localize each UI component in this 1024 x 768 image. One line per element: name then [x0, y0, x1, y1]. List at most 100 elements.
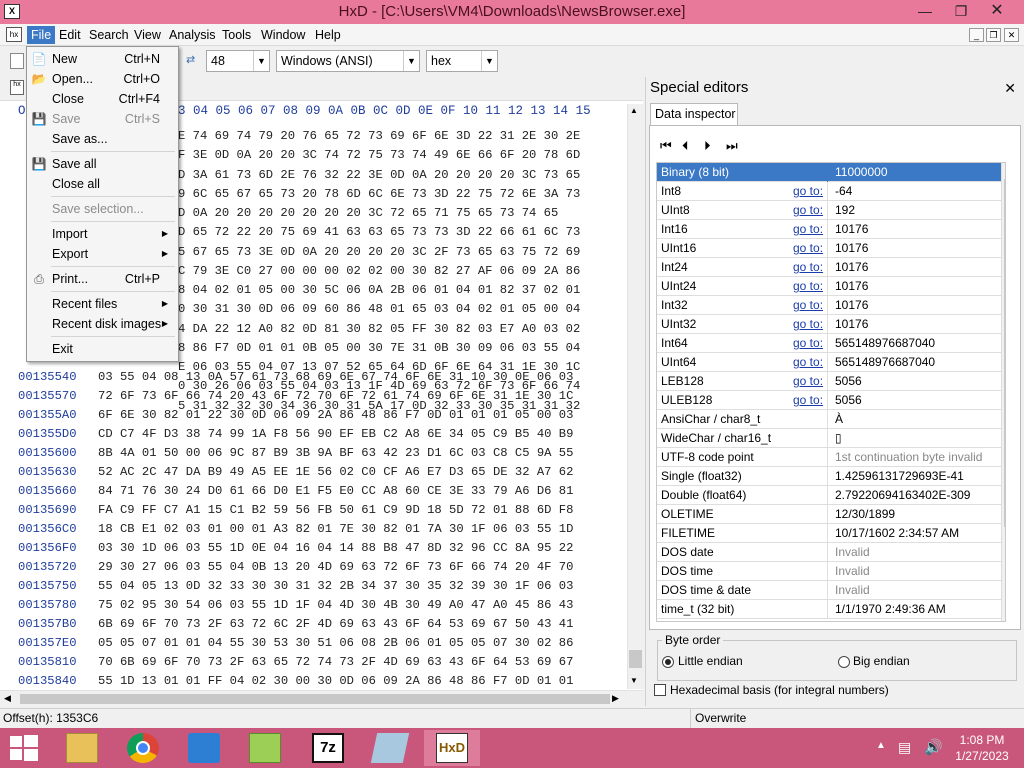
- scroll-thumb[interactable]: [629, 650, 642, 668]
- scroll-down-icon[interactable]: ▼: [1005, 609, 1006, 618]
- menu-item-save[interactable]: 💾 Save Ctrl+S: [27, 109, 178, 129]
- menu-edit[interactable]: Edit: [55, 26, 85, 44]
- next-icon[interactable]: ⏵: [704, 138, 711, 154]
- scroll-thumb[interactable]: [1004, 179, 1005, 527]
- document-icon[interactable]: hx: [6, 27, 22, 42]
- inspector-row[interactable]: UInt16 go to: 10176: [657, 239, 1005, 258]
- little-endian-radio[interactable]: [662, 656, 674, 668]
- inspector-row[interactable]: LEB128 go to: 5056: [657, 372, 1005, 391]
- inspector-value[interactable]: 5056: [833, 372, 862, 390]
- inspector-row[interactable]: Int8 go to: -64: [657, 182, 1005, 201]
- clock-time[interactable]: 1:08 PM: [952, 733, 1012, 747]
- taskbar-file-explorer[interactable]: [54, 730, 110, 766]
- menu-file[interactable]: File: [27, 26, 56, 44]
- inspector-value[interactable]: 10176: [833, 258, 868, 276]
- goto-link[interactable]: go to:: [793, 372, 823, 390]
- inspector-row[interactable]: UInt32 go to: 10176: [657, 315, 1005, 334]
- minimize-button[interactable]: —: [908, 0, 942, 22]
- goto-link[interactable]: go to:: [793, 277, 823, 295]
- inspector-value[interactable]: 2.79220694163402E-309: [833, 486, 970, 504]
- inspector-row[interactable]: DOS date Invalid: [657, 543, 1005, 562]
- scroll-down-icon[interactable]: ▼: [630, 676, 638, 685]
- menu-help[interactable]: Help: [311, 26, 345, 44]
- goto-link[interactable]: go to:: [793, 182, 823, 200]
- hex-vertical-scrollbar[interactable]: ▲ ▼: [627, 104, 643, 689]
- inspector-row[interactable]: UInt24 go to: 10176: [657, 277, 1005, 296]
- inspector-value[interactable]: 5056: [833, 391, 862, 409]
- inspector-value[interactable]: 10176: [833, 239, 868, 257]
- last-icon[interactable]: ⏭: [726, 138, 738, 154]
- windows-start-icon[interactable]: [10, 735, 38, 762]
- goto-link[interactable]: go to:: [793, 201, 823, 219]
- inspector-row[interactable]: UInt8 go to: 192: [657, 201, 1005, 220]
- big-endian-radio[interactable]: [838, 656, 850, 668]
- taskbar-chrome[interactable]: [115, 730, 171, 766]
- mdi-restore-button[interactable]: ❐: [986, 28, 1001, 42]
- inspector-value[interactable]: Invalid: [833, 562, 870, 580]
- inspector-row[interactable]: OLETIME 12/30/1899: [657, 505, 1005, 524]
- taskbar-app[interactable]: [176, 730, 232, 766]
- inspector-row[interactable]: Int32 go to: 10176: [657, 296, 1005, 315]
- restore-button[interactable]: ❐: [944, 0, 978, 22]
- document-tab-icon[interactable]: hx: [10, 80, 24, 95]
- menu-item-recent-files[interactable]: Recent files ▶: [27, 294, 178, 314]
- goto-link[interactable]: go to:: [793, 334, 823, 352]
- menu-window[interactable]: Window: [257, 26, 309, 44]
- menu-item-import[interactable]: Import ▶: [27, 224, 178, 244]
- inspector-value[interactable]: ▯: [833, 429, 842, 447]
- scroll-up-icon[interactable]: ▲: [630, 106, 638, 115]
- hscroll-thumb[interactable]: [20, 694, 610, 704]
- inspector-row[interactable]: FILETIME 10/17/1602 2:34:57 AM: [657, 524, 1005, 543]
- scroll-left-icon[interactable]: ◀: [4, 693, 11, 704]
- menu-search[interactable]: Search: [85, 26, 133, 44]
- inspector-row[interactable]: DOS time & date Invalid: [657, 581, 1005, 600]
- chevron-down-icon[interactable]: ▼: [253, 51, 269, 71]
- hex-basis-checkbox[interactable]: [654, 684, 666, 696]
- inspector-row[interactable]: Int64 go to: 565148976687040: [657, 334, 1005, 353]
- menu-item-save-selection[interactable]: Save selection...: [27, 199, 178, 219]
- menu-item-export[interactable]: Export ▶: [27, 244, 178, 264]
- inspector-value[interactable]: 1/1/1970 2:49:36 AM: [833, 600, 946, 618]
- inspector-value[interactable]: 10176: [833, 220, 868, 238]
- goto-link[interactable]: go to:: [793, 391, 823, 409]
- taskbar-notepadpp[interactable]: [237, 730, 293, 766]
- chevron-down-icon[interactable]: ▼: [481, 51, 497, 71]
- scroll-right-icon[interactable]: ▶: [612, 693, 619, 704]
- inspector-value[interactable]: 10176: [833, 315, 868, 333]
- inspector-row[interactable]: Int24 go to: 10176: [657, 258, 1005, 277]
- inspector-value[interactable]: -64: [833, 182, 852, 200]
- inspector-value[interactable]: 10/17/1602 2:34:57 AM: [833, 524, 959, 542]
- inspector-value[interactable]: Invalid: [833, 581, 870, 599]
- menu-item-exit[interactable]: Exit: [27, 339, 178, 359]
- hex-horizontal-scrollbar[interactable]: ◀ ▶: [0, 690, 643, 706]
- goto-link[interactable]: go to:: [793, 353, 823, 371]
- menu-item-close[interactable]: Close Ctrl+F4: [27, 89, 178, 109]
- menu-tools[interactable]: Tools: [218, 26, 255, 44]
- menu-item-print[interactable]: ⎙ Print... Ctrl+P: [27, 269, 178, 289]
- inspector-scrollbar[interactable]: ▲ ▼: [1001, 163, 1006, 621]
- taskbar-hxd[interactable]: HxD: [424, 730, 480, 766]
- show-hidden-icons-icon[interactable]: ▲: [876, 740, 886, 751]
- inspector-row[interactable]: UInt64 go to: 565148976687040: [657, 353, 1005, 372]
- goto-link[interactable]: go to:: [793, 239, 823, 257]
- new-file-icon[interactable]: [10, 53, 24, 69]
- inspector-value[interactable]: 192: [833, 201, 855, 219]
- menu-analysis[interactable]: Analysis: [165, 26, 220, 44]
- inspector-row[interactable]: Int16 go to: 10176: [657, 220, 1005, 239]
- inspector-value[interactable]: 10176: [833, 277, 868, 295]
- inspector-value[interactable]: 565148976687040: [833, 353, 935, 371]
- goto-link[interactable]: go to:: [793, 258, 823, 276]
- menu-item-new[interactable]: 📄 New Ctrl+N: [27, 49, 178, 69]
- volume-icon[interactable]: 🔊: [924, 738, 943, 756]
- menu-item-close-all[interactable]: Close all: [27, 174, 178, 194]
- inspector-row[interactable]: Single (float32) 1.42596131729693E-41: [657, 467, 1005, 486]
- goto-link[interactable]: go to:: [793, 220, 823, 238]
- inspector-row[interactable]: Binary (8 bit) 11000000: [657, 163, 1005, 182]
- inspector-row[interactable]: WideChar / char16_t ▯: [657, 429, 1005, 448]
- first-icon[interactable]: ⏮: [660, 138, 672, 154]
- goto-link[interactable]: go to:: [793, 296, 823, 314]
- inspector-value[interactable]: 10176: [833, 296, 868, 314]
- mdi-close-button[interactable]: ✕: [1004, 28, 1019, 42]
- inspector-value[interactable]: Invalid: [833, 543, 870, 561]
- menu-item-save-as[interactable]: Save as...: [27, 129, 178, 149]
